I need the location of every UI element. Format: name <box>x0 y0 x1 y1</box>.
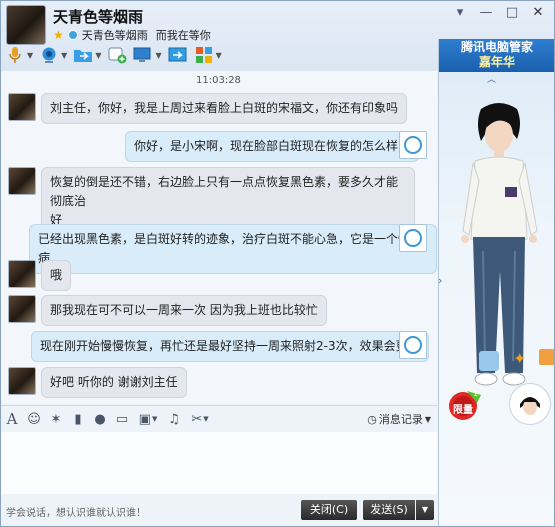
message-bubble: 你好，是小宋啊，现在脸部白斑现在恢复的怎么样了 <box>125 131 420 162</box>
message-text: 恢复的倒是还不错，右边脸上只有一点点恢复黑色素，要多久才能彻底治 <box>50 175 399 208</box>
contact-status-name: 天青色等烟雨 <box>81 29 148 42</box>
mic-icon <box>5 46 25 64</box>
message-bubble: 哦 <box>41 260 72 291</box>
window-controls: ▾ — □ ✕ <box>452 5 546 20</box>
chevron-right-icon[interactable]: › <box>438 274 442 287</box>
input-toolbar: A ☺ ✶ ▮ ● ▭ ▣ ▼ ♫ ✂ ▼ ◷ 消息记录 ▼ <box>1 405 437 432</box>
image-icon[interactable]: ▣ ▼ <box>133 408 163 430</box>
camera-icon <box>39 46 59 64</box>
chevron-down-icon[interactable]: ▼ <box>95 51 101 60</box>
chevron-down-icon[interactable]: ▼ <box>61 51 67 60</box>
message-bubble: 好吧 听你的 谢谢刘主任 <box>41 367 187 398</box>
voice-message-icon[interactable]: ● <box>89 408 111 430</box>
chevron-down-icon[interactable]: ▼ <box>216 51 222 60</box>
emoji-icon[interactable]: ☺ <box>23 408 45 430</box>
ad-panel: 腾讯电脑管家 嘉年华 ︿ › ✦ 限量 1 <box>438 39 554 526</box>
gif-icon[interactable]: ▮ <box>67 408 89 430</box>
close-chat-button[interactable]: 关闭(C) <box>301 500 357 520</box>
chat-history[interactable]: 11:03:28 刘主任，你好，我是上周过来看脸上白斑的宋福文，你还有印象吗 你… <box>1 71 437 403</box>
add-contact-icon <box>107 46 127 64</box>
chevron-down-icon: ▼ <box>424 414 431 424</box>
folder-send-icon[interactable]: ▭ <box>111 408 133 430</box>
receiver-avatar[interactable] <box>399 331 427 359</box>
message-bubble: 现在刚开始慢慢恢复，再忙还是最好坚持一周来照射2-3次，效果会更好 <box>31 331 429 362</box>
voice-call-button[interactable]: ▼ <box>5 46 33 64</box>
sender-avatar[interactable] <box>8 367 36 395</box>
input-hint: 学会说话，想认识谁就认识谁！ <box>6 508 146 519</box>
message-history-button[interactable]: ◷ 消息记录 ▼ <box>367 411 431 427</box>
ad-banner-subtitle: 嘉年华 <box>478 55 515 69</box>
remote-assist-button[interactable]: ▼ <box>133 46 162 64</box>
message-history-label: 消息记录 <box>378 413 423 426</box>
limited-badge[interactable]: 限量 1 <box>447 389 481 421</box>
bottom-bar: 学会说话，想认识谁就认识谁！ 关闭(C) 发送(S) ▼ <box>1 495 437 526</box>
shirt-item-icon[interactable] <box>479 351 499 371</box>
message-input[interactable] <box>1 432 437 494</box>
share-screen-button[interactable] <box>168 46 188 64</box>
character-avatar[interactable] <box>509 383 551 425</box>
message-text: 现在刚开始慢慢恢复，再忙还是最好坚持一周来照射2-3次，效果会更好 <box>40 339 420 353</box>
music-icon[interactable]: ♫ <box>163 408 185 430</box>
apps-icon <box>194 46 214 64</box>
sender-avatar[interactable] <box>8 260 36 288</box>
collapse-icon[interactable]: ︿ <box>487 72 496 85</box>
gift-icon[interactable] <box>539 349 554 365</box>
font-icon[interactable]: A <box>1 408 23 430</box>
contact-name: 天青色等烟雨 <box>53 8 144 26</box>
message-text: 好吧 听你的 谢谢刘主任 <box>50 375 178 389</box>
video-call-button[interactable]: ▼ <box>39 46 67 64</box>
apps-button[interactable]: ▼ <box>194 46 222 64</box>
message-bubble: 那我现在可不可以一周来一次 因为我上班也比较忙 <box>41 295 327 326</box>
top-toolbar: ▼ ▼ ▼ ▼ ▼ <box>5 46 222 64</box>
shake-icon[interactable]: ✶ <box>45 408 67 430</box>
message-text: 你好，是小宋啊，现在脸部白斑现在恢复的怎么样了 <box>134 139 411 153</box>
chevron-down-icon[interactable]: ▼ <box>155 51 161 60</box>
message-bubble: 已经出现黑色素，是白斑好转的迹象，治疗白斑不能心急，它是一个慢性病 <box>29 224 437 274</box>
send-options-button[interactable]: ▼ <box>416 500 434 520</box>
ad-banner[interactable]: 腾讯电脑管家 嘉年华 <box>439 39 554 72</box>
ad-banner-title: 腾讯电脑管家 <box>460 40 533 54</box>
message-text: 刘主任，你好，我是上周过来看脸上白斑的宋福文，你还有印象吗 <box>50 101 399 115</box>
send-button[interactable]: 发送(S) <box>363 500 415 520</box>
minimize-button[interactable]: — <box>478 5 494 20</box>
maximize-button[interactable]: □ <box>504 5 520 20</box>
sender-avatar[interactable] <box>8 295 36 323</box>
message-timestamp: 11:03:28 <box>196 75 241 86</box>
receiver-avatar[interactable] <box>399 224 427 252</box>
limited-badge-count: 1 <box>473 389 479 398</box>
create-group-button[interactable] <box>107 46 127 64</box>
clock-icon: ◷ <box>367 412 377 426</box>
contact-status-line: ★ 天青色等烟雨 而我在等你 <box>53 27 211 43</box>
qq-online-icon <box>67 30 78 40</box>
message-text: 那我现在可不可以一周来一次 因为我上班也比较忙 <box>50 303 318 317</box>
magic-wand-icon[interactable]: ✦ <box>513 349 526 368</box>
share-icon <box>168 46 188 64</box>
contact-signature: 而我在等你 <box>155 29 211 42</box>
scissors-icon[interactable]: ✂ ▼ <box>185 408 215 430</box>
file-transfer-button[interactable]: ▼ <box>73 46 101 64</box>
message-bubble: 刘主任，你好，我是上周过来看脸上白斑的宋福文，你还有印象吗 <box>41 93 408 124</box>
star-icon: ★ <box>53 28 64 42</box>
chevron-down-icon[interactable]: ▼ <box>27 51 33 60</box>
message-text: 哦 <box>50 268 63 282</box>
limited-badge-label: 限量 <box>453 405 473 416</box>
receiver-avatar[interactable] <box>399 131 427 159</box>
avatar-figure-image <box>461 103 538 386</box>
skin-menu-icon[interactable]: ▾ <box>452 5 468 20</box>
sender-avatar[interactable] <box>8 167 36 195</box>
folder-icon <box>73 46 93 64</box>
chat-window: 天青色等烟雨 ★ 天青色等烟雨 而我在等你 ▾ — □ ✕ ▼ ▼ ▼ ▼ ▼ … <box>0 0 555 527</box>
screen-icon <box>133 46 153 64</box>
sender-avatar[interactable] <box>8 93 36 121</box>
message-text: 已经出现黑色素，是白斑好转的迹象，治疗白斑不能心急，它是一个慢性病 <box>38 232 423 265</box>
close-button[interactable]: ✕ <box>530 5 546 20</box>
contact-avatar[interactable] <box>6 5 46 45</box>
